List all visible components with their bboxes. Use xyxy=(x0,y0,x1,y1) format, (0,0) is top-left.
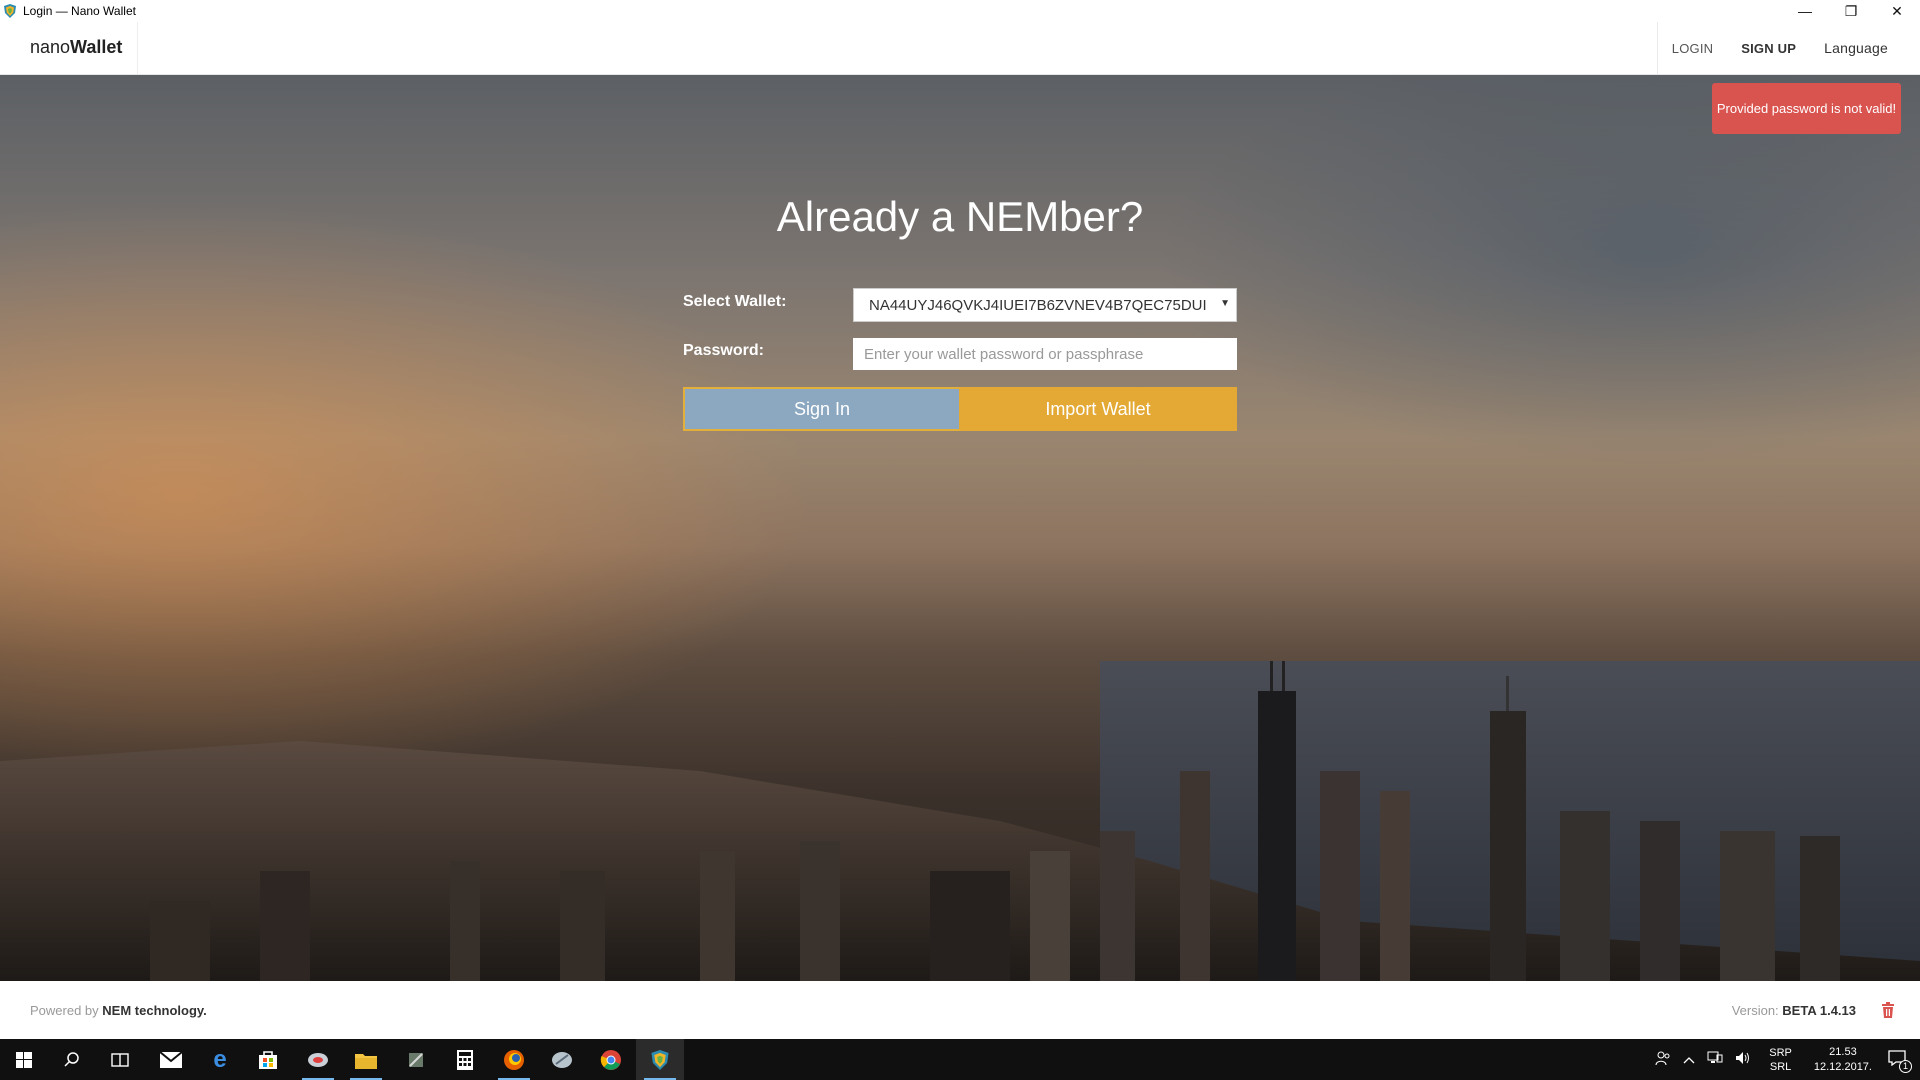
notification-count: 1 xyxy=(1899,1060,1912,1073)
powered-brand[interactable]: NEM technology. xyxy=(102,1003,206,1018)
nem-wallet-icon[interactable] xyxy=(636,1039,684,1080)
chrome-icon[interactable] xyxy=(587,1039,635,1080)
app-icon[interactable] xyxy=(294,1039,342,1080)
action-center-icon[interactable]: 1 xyxy=(1888,1050,1912,1073)
powered-by-text: Powered by NEM technology. xyxy=(30,1003,207,1018)
input-language-indicator[interactable]: SRP SRL xyxy=(1769,1046,1792,1074)
login-title: Already a NEMber? xyxy=(776,193,1144,240)
close-window-button[interactable]: ✕ xyxy=(1874,0,1920,22)
select-wallet-label: Select Wallet: xyxy=(683,293,787,310)
app-footer: Powered by NEM technology. Version: BETA… xyxy=(0,981,1920,1039)
version-label: Version: xyxy=(1731,1003,1779,1018)
mail-icon[interactable] xyxy=(147,1039,195,1080)
clock-time: 21.53 xyxy=(1829,1045,1857,1058)
password-label: Password: xyxy=(683,342,764,359)
city-skyline-image xyxy=(0,661,1920,981)
firefox-icon[interactable] xyxy=(490,1039,538,1080)
language-dropdown[interactable]: Language xyxy=(1810,40,1920,56)
calculator-icon[interactable] xyxy=(441,1039,489,1080)
version-info: Version: BETA 1.4.13 xyxy=(1732,1003,1856,1018)
version-value: BETA 1.4.13 xyxy=(1782,1003,1856,1018)
logo-nano-text: nano xyxy=(30,37,71,57)
clock-date: 12.12.2017. xyxy=(1813,1060,1872,1073)
app-navbar: nanoWallet LOGIN SIGN UP Language xyxy=(0,22,1920,75)
volume-icon[interactable] xyxy=(1735,1051,1751,1068)
windows-start-icon[interactable] xyxy=(0,1039,48,1080)
restore-button[interactable]: ❐ xyxy=(1828,0,1874,22)
task-view-icon[interactable] xyxy=(96,1039,144,1080)
people-icon[interactable] xyxy=(1655,1050,1671,1069)
password-input[interactable] xyxy=(853,338,1237,370)
logo-wallet-text: Wallet xyxy=(70,37,123,57)
nem-shield-icon xyxy=(4,4,16,18)
sign-in-button[interactable]: Sign In xyxy=(683,387,959,431)
window-titlebar: Login — Nano Wallet — ❐ ✕ xyxy=(0,0,1920,22)
app-icon[interactable] xyxy=(392,1039,440,1080)
nav-login-link[interactable]: LOGIN xyxy=(1658,41,1727,56)
network-icon[interactable] xyxy=(1707,1051,1723,1068)
edge-icon[interactable]: e xyxy=(196,1039,244,1080)
system-tray: SRP SRL 21.53 12.12.2017. 1 xyxy=(1649,1039,1920,1080)
window-title: Login — Nano Wallet xyxy=(23,4,136,18)
dropdown-caret-icon: ▼ xyxy=(1220,298,1230,309)
nano-wallet-logo[interactable]: nanoWallet xyxy=(30,37,122,58)
error-alert[interactable]: Provided password is not valid! xyxy=(1712,83,1901,134)
powered-prefix: Powered by xyxy=(30,1003,99,1018)
taskbar-clock[interactable]: 21.53 12.12.2017. xyxy=(1814,1045,1872,1075)
chevron-up-icon[interactable] xyxy=(1683,1052,1695,1067)
wallet-select-value: NA44UYJ46QVKJ4IUEI7B6ZVNEV4B7QEC75DUI xyxy=(869,296,1207,314)
store-icon[interactable] xyxy=(244,1039,292,1080)
wallet-select[interactable]: NA44UYJ46QVKJ4IUEI7B6ZVNEV4B7QEC75DUI ▼ xyxy=(853,288,1237,322)
nav-links: LOGIN SIGN UP Language xyxy=(1656,22,1920,74)
logo-divider xyxy=(137,22,138,74)
search-icon[interactable] xyxy=(48,1039,96,1080)
lang-line1: SRP xyxy=(1769,1046,1792,1059)
lang-line2: SRL xyxy=(1769,1060,1792,1073)
app-icon[interactable] xyxy=(538,1039,586,1080)
nav-signup-link[interactable]: SIGN UP xyxy=(1727,41,1810,56)
windows-taskbar: e SRP SRL 21.53 12.12.2017. 1 xyxy=(0,1039,1920,1080)
import-wallet-button[interactable]: Import Wallet xyxy=(959,387,1237,431)
file-explorer-icon[interactable] xyxy=(342,1039,390,1080)
minimize-button[interactable]: — xyxy=(1782,0,1828,22)
trash-icon[interactable] xyxy=(1881,1002,1895,1018)
